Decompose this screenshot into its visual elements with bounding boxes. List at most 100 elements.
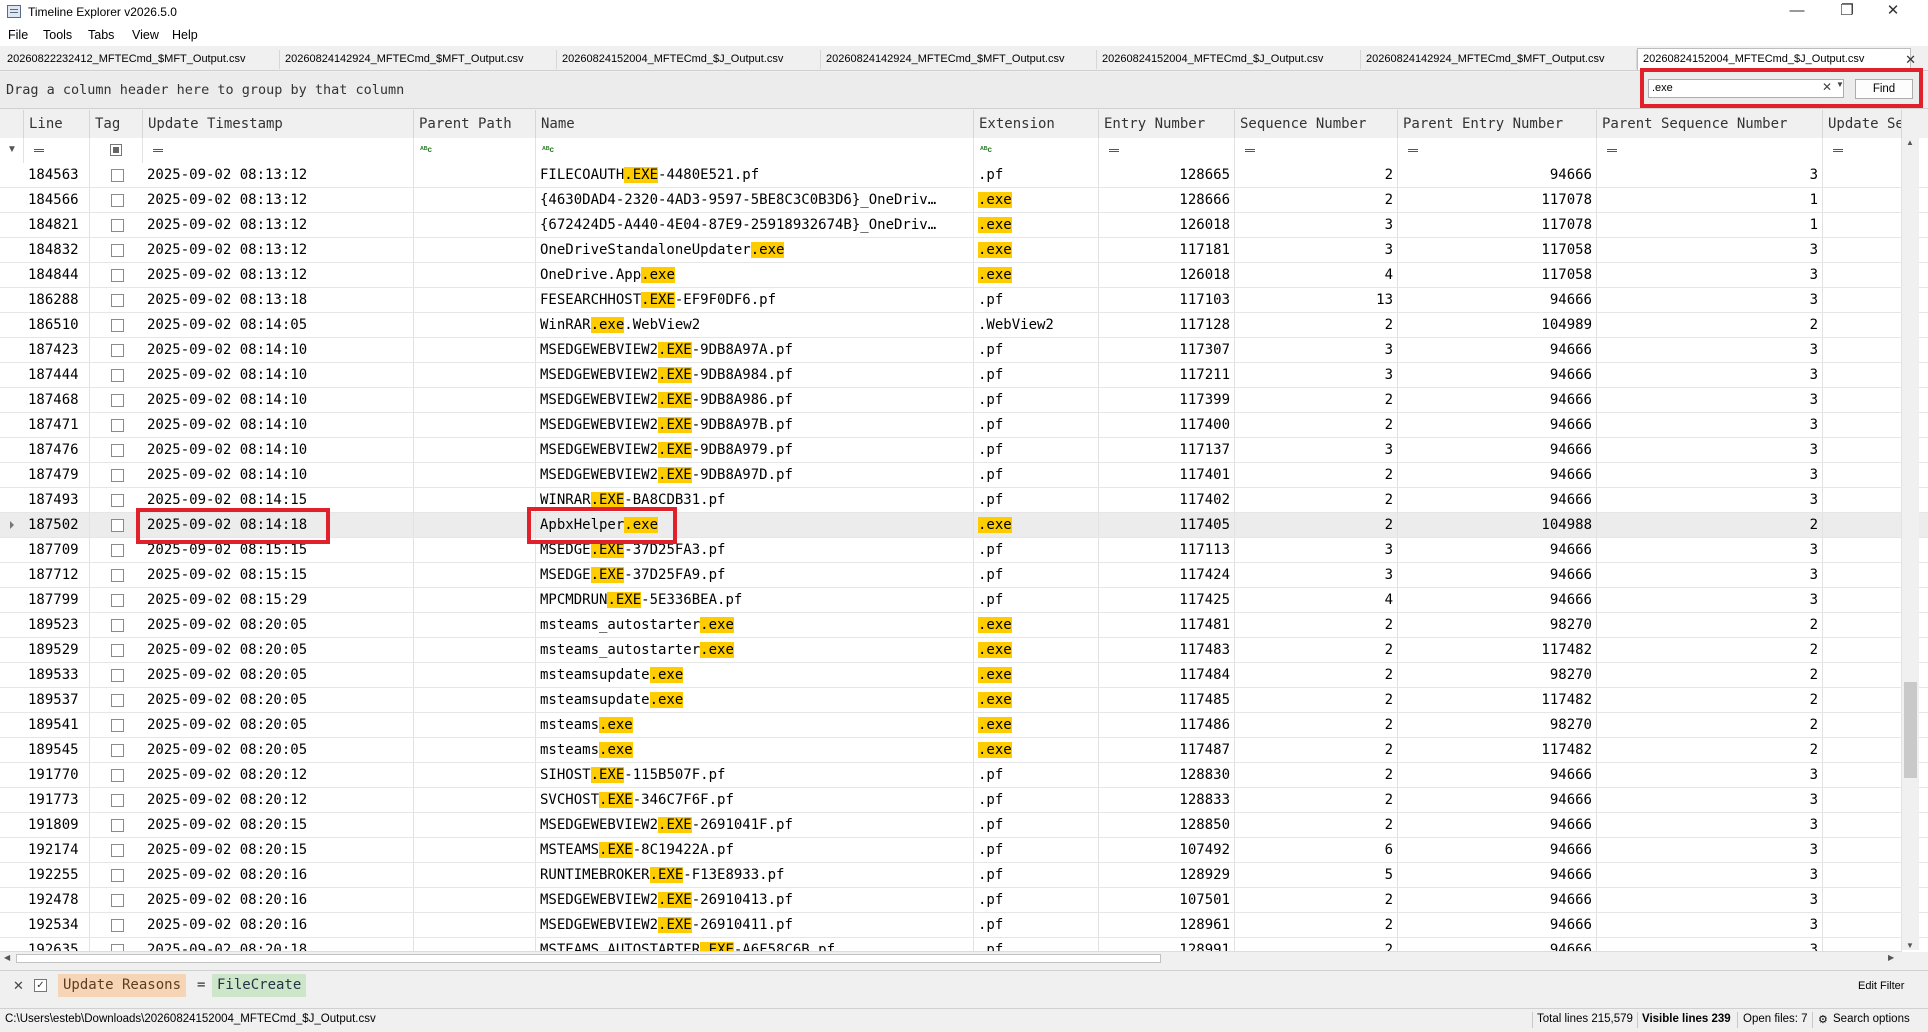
filter-parent-sequence-number[interactable] — [1597, 138, 1823, 163]
tag-checkbox[interactable] — [111, 294, 124, 307]
minimize-button[interactable]: — — [1774, 0, 1820, 24]
scroll-left-icon[interactable]: ◀ — [4, 953, 10, 962]
column-header-parent-sequence-number[interactable]: Parent Sequence Number — [1597, 110, 1823, 138]
filter-name[interactable]: ᴬᴮc — [536, 138, 974, 163]
tag-checkbox[interactable] — [111, 819, 124, 832]
table-row[interactable]: 184566 2025-09-02 08:13:12 {4630DAD4-2320-… — [0, 188, 1928, 213]
search-options-gear-icon[interactable]: ⚙ — [1818, 1013, 1828, 1026]
menu-view[interactable]: View — [132, 28, 159, 42]
tag-checkbox[interactable] — [111, 794, 124, 807]
filter-entry-number[interactable] — [1099, 138, 1235, 163]
tab-file-5[interactable]: 20260824152004_MFTECmd_$J_Output.csv — [1097, 50, 1361, 69]
column-header-update-timestamp[interactable]: Update Timestamp — [143, 110, 414, 138]
tag-checkbox[interactable] — [111, 919, 124, 932]
tag-checkbox[interactable] — [111, 694, 124, 707]
column-header-extension[interactable]: Extension — [974, 110, 1099, 138]
tag-checkbox[interactable] — [111, 344, 124, 357]
table-row[interactable]: 189541 2025-09-02 08:20:05 msteams.exe .exe… — [0, 713, 1928, 738]
tag-checkbox[interactable] — [111, 894, 124, 907]
column-header-name[interactable]: Name — [536, 110, 974, 138]
table-row[interactable]: 189533 2025-09-02 08:20:05 msteamsupdate.e… — [0, 663, 1928, 688]
tag-checkbox[interactable] — [111, 319, 124, 332]
table-row[interactable]: 192635 2025-09-02 08:20:18 MSTEAMS_AUTOSTA… — [0, 938, 1928, 952]
scroll-down-icon[interactable]: ▼ — [1906, 941, 1914, 950]
column-header-parent-entry-number[interactable]: Parent Entry Number — [1398, 110, 1597, 138]
tag-checkbox[interactable] — [111, 719, 124, 732]
tag-checkbox[interactable] — [111, 419, 124, 432]
table-row[interactable]: 191770 2025-09-02 08:20:12 SIHOST.EXE-115B… — [0, 763, 1928, 788]
filter-tag[interactable] — [90, 138, 143, 163]
table-row[interactable]: 186510 2025-09-02 08:14:05 WinRAR.exe.WebV… — [0, 313, 1928, 338]
tag-checkbox[interactable] — [111, 619, 124, 632]
tab-file-1[interactable]: 20260822232412_MFTECmd_$MFT_Output.csv — [2, 50, 280, 69]
scroll-right-icon[interactable]: ▶ — [1888, 953, 1894, 962]
table-row[interactable]: 187709 2025-09-02 08:15:15 MSEDGE.EXE-37D2… — [0, 538, 1928, 563]
vertical-scrollbar[interactable]: ▲ ▼ — [1902, 138, 1919, 950]
tag-checkbox[interactable] — [111, 644, 124, 657]
tag-checkbox[interactable] — [111, 669, 124, 682]
tag-checkbox[interactable] — [111, 519, 124, 532]
tag-checkbox[interactable] — [111, 594, 124, 607]
tag-checkbox[interactable] — [111, 844, 124, 857]
table-row[interactable]: 187471 2025-09-02 08:14:10 MSEDGEWEBVIEW2.… — [0, 413, 1928, 438]
tag-checkbox[interactable] — [111, 744, 124, 757]
table-row[interactable]: 187712 2025-09-02 08:15:15 MSEDGE.EXE-37D2… — [0, 563, 1928, 588]
scroll-up-icon[interactable]: ▲ — [1906, 138, 1914, 147]
filter-operator[interactable]: = — [197, 974, 205, 997]
tag-checkbox[interactable] — [111, 369, 124, 382]
table-row[interactable]: 184832 2025-09-02 08:13:12 OneDriveStandal… — [0, 238, 1928, 263]
tag-checkbox[interactable] — [111, 494, 124, 507]
edit-filter-link[interactable]: Edit Filter — [1858, 980, 1904, 992]
table-row[interactable]: 187468 2025-09-02 08:14:10 MSEDGEWEBVIEW2.… — [0, 388, 1928, 413]
table-row[interactable]: 187493 2025-09-02 08:14:15 WINRAR.EXE-BA8C… — [0, 488, 1928, 513]
tag-checkbox[interactable] — [111, 469, 124, 482]
tag-checkbox[interactable] — [111, 869, 124, 882]
table-row[interactable]: 187799 2025-09-02 08:15:29 MPCMDRUN.EXE-5E… — [0, 588, 1928, 613]
table-row[interactable]: 187444 2025-09-02 08:14:10 MSEDGEWEBVIEW2.… — [0, 363, 1928, 388]
table-row[interactable]: 192255 2025-09-02 08:20:16 RUNTIMEBROKER.E… — [0, 863, 1928, 888]
menu-file[interactable]: File — [8, 28, 28, 42]
table-row[interactable]: 187479 2025-09-02 08:14:10 MSEDGEWEBVIEW2.… — [0, 463, 1928, 488]
maximize-button[interactable]: ❐ — [1824, 0, 1870, 24]
table-row[interactable]: 189537 2025-09-02 08:20:05 msteamsupdate.e… — [0, 688, 1928, 713]
menu-tools[interactable]: Tools — [43, 28, 72, 42]
tab-file-7-active[interactable]: 20260824152004_MFTECmd_$J_Output.csv — [1637, 48, 1911, 70]
filter-extension[interactable]: ᴬᴮc — [974, 138, 1099, 163]
close-window-button[interactable]: ✕ — [1870, 0, 1916, 24]
search-options-link[interactable]: Search options — [1833, 1013, 1910, 1025]
tag-checkbox[interactable] — [111, 569, 124, 582]
table-row[interactable]: 186288 2025-09-02 08:13:18 FESEARCHHOST.EX… — [0, 288, 1928, 313]
filter-value[interactable]: FileCreate — [212, 974, 307, 997]
column-header-tag[interactable]: Tag — [90, 110, 143, 138]
tag-checkbox[interactable] — [111, 219, 124, 232]
filter-enabled-checkbox[interactable]: ✓ — [34, 979, 47, 992]
table-row[interactable]: 192174 2025-09-02 08:20:15 MSTEAMS.EXE-8C1… — [0, 838, 1928, 863]
tag-checkbox[interactable] — [111, 394, 124, 407]
tag-checkbox[interactable] — [111, 269, 124, 282]
tag-checkbox[interactable] — [111, 244, 124, 257]
tag-checkbox[interactable] — [111, 169, 124, 182]
table-row[interactable]: 189529 2025-09-02 08:20:05 msteams_autosta… — [0, 638, 1928, 663]
table-row[interactable]: 192478 2025-09-02 08:20:16 MSEDGEWEBVIEW2.… — [0, 888, 1928, 913]
column-header-entry-number[interactable]: Entry Number — [1099, 110, 1235, 138]
table-row[interactable]: 192534 2025-09-02 08:20:16 MSEDGEWEBVIEW2.… — [0, 913, 1928, 938]
filter-parent-path[interactable]: ᴬᴮc — [414, 138, 536, 163]
table-row[interactable]: 191809 2025-09-02 08:20:15 MSEDGEWEBVIEW2.… — [0, 813, 1928, 838]
table-row[interactable]: 184821 2025-09-02 08:13:12 {672424D5-A440-… — [0, 213, 1928, 238]
tab-file-3[interactable]: 20260824152004_MFTECmd_$J_Output.csv — [557, 50, 821, 69]
tab-close-icon[interactable]: ✕ — [1905, 52, 1916, 68]
filter-update-seq[interactable] — [1823, 138, 1902, 163]
table-row[interactable]: 187502 2025-09-02 08:14:18 ApbxHelper.exe.… — [0, 513, 1928, 538]
table-row[interactable]: 189545 2025-09-02 08:20:05 msteams.exe .exe… — [0, 738, 1928, 763]
filter-sequence-number[interactable] — [1235, 138, 1398, 163]
menu-tabs[interactable]: Tabs — [88, 28, 114, 42]
tab-file-6[interactable]: 20260824142924_MFTECmd_$MFT_Output.csv — [1361, 50, 1637, 69]
close-filter-icon[interactable]: ✕ — [13, 978, 24, 994]
column-header-parent-path[interactable]: Parent Path — [414, 110, 536, 138]
tag-checkbox[interactable] — [111, 544, 124, 557]
column-header-sequence-number[interactable]: Sequence Number — [1235, 110, 1398, 138]
column-header-line[interactable]: Line — [24, 110, 90, 138]
filter-parent-entry-number[interactable] — [1398, 138, 1597, 163]
vertical-scroll-thumb[interactable] — [1904, 682, 1917, 778]
horizontal-scroll-thumb[interactable] — [16, 954, 1161, 963]
